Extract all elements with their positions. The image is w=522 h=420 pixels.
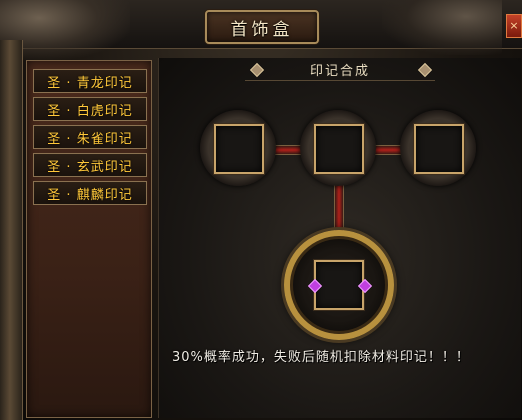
frame-pillar [0,40,23,420]
synthesis-title: 印记合成 [245,58,435,81]
list-item-qinglong[interactable]: 圣 · 青龙印记 [33,69,147,93]
close-icon: × [509,19,519,32]
list-item-label: 圣 · 青龙印记 [47,75,133,91]
list-item-baihu[interactable]: 圣 · 白虎印记 [33,97,147,121]
list-item-label: 圣 · 朱雀印记 [47,131,133,147]
window-title: 首饰盒 [230,19,294,40]
close-button[interactable]: × [506,14,522,38]
list-item-qilin[interactable]: 圣 · 麒麟印记 [33,181,147,205]
list-item-label: 圣 · 白虎印记 [47,103,133,119]
list-item-label: 圣 · 麒麟印记 [47,187,133,203]
material-slot-3[interactable] [414,124,464,174]
success-rate-hint: 30%概率成功，失败后随机扣除材料印记！！！ [172,350,470,365]
synthesis-title-text: 印记合成 [309,63,370,79]
mark-list-panel: 圣 · 青龙印记 圣 · 白虎印记 圣 · 朱雀印记 圣 · 玄武印记 圣 · … [26,60,152,418]
material-slot-1[interactable] [214,124,264,174]
window-title-plate: 首饰盒 [205,10,319,44]
list-item-xuanwu[interactable]: 圣 · 玄武印记 [33,153,147,177]
jewelry-box-window: 首饰盒 × 圣 · 青龙印记 圣 · 白虎印记 圣 · 朱雀印记 圣 · 玄武印… [0,0,522,420]
list-item-label: 圣 · 玄武印记 [47,159,133,175]
material-slot-2[interactable] [314,124,364,174]
list-item-zhuque[interactable]: 圣 · 朱雀印记 [33,125,147,149]
dragon-ornament-right [382,0,502,55]
